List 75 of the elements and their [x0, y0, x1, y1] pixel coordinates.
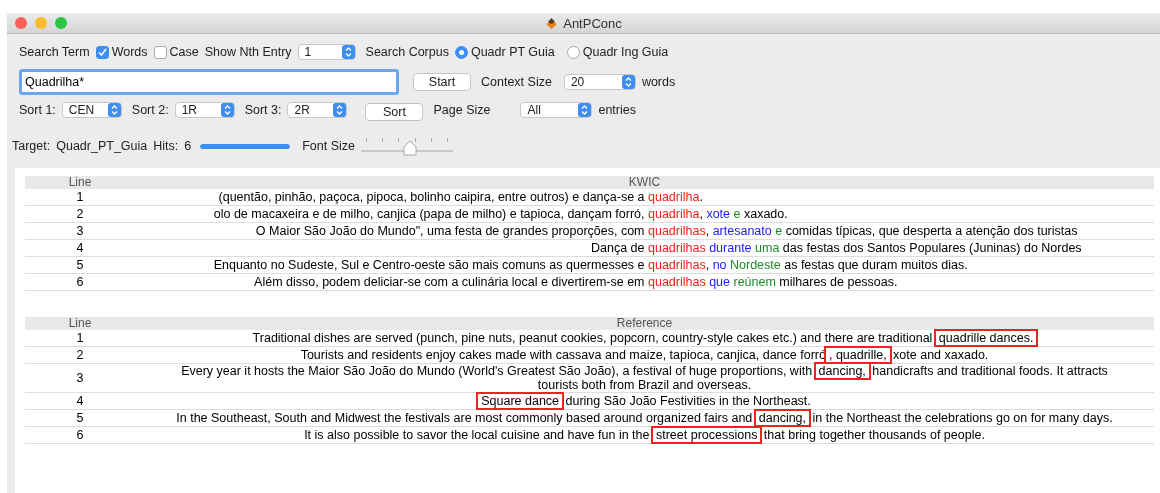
column-header: Line [67, 176, 93, 189]
app-icon [545, 16, 559, 30]
target-name: Quadr_PT_Guia [56, 139, 148, 153]
slider-thumb[interactable] [402, 140, 417, 156]
field-label: Context Size [481, 75, 552, 89]
left-context: Dança de [590, 240, 646, 256]
left-context: olo de macaxeira e de milho, canjica (papa de milho) e tapioca, dançam forró, [212, 206, 646, 222]
dropdown[interactable]: 1 [297, 44, 356, 60]
line-number: 5 [75, 258, 85, 272]
stepper-icon [107, 103, 121, 117]
right-context: quadrilhas, artesanato e comidas típicas, que desperta a atenção dos turistas [648, 223, 1079, 239]
hits-count: 6 [184, 139, 192, 153]
radio-button[interactable]: Quadr PT Guia [454, 45, 555, 59]
unit-label: words [641, 75, 676, 89]
column-header: KWIC [627, 176, 662, 189]
right-context: quadrilha, xote e xaxado. [648, 206, 789, 222]
minimize-button[interactable] [35, 17, 47, 29]
sort-button[interactable]: Sort [365, 103, 424, 121]
line-number: 5 [75, 411, 85, 425]
reference-text: Every year it hosts the Maior São João do Mundo (World's Greatest São João), a festival of huge proportions, with dancing, handicrafts and traditional foods. It attracts tourists both from Brazil and overseas. [180, 364, 1109, 392]
right-context: quadrilhas, no Nordeste as festas que duram muitos dias. [648, 257, 969, 273]
reference-text: In the Southeast, South and Midwest the festivals are most commonly based around organized fairs and dancing, in the Northeast the celebrations go on for many days. [176, 411, 1113, 425]
column-header: Reference [615, 317, 674, 330]
line-number: 1 [75, 190, 85, 204]
right-context: quadrilhas durante uma das festas dos Santos Populares (Juninas) do Nordes [648, 240, 1083, 256]
stepper-icon [333, 103, 347, 117]
dropdown[interactable]: 2R [287, 102, 348, 118]
field-label: Sort 2: [131, 103, 169, 117]
font-size-slider[interactable] [361, 136, 453, 156]
start-button[interactable]: Start [413, 73, 471, 91]
dropdown[interactable]: 1R [174, 102, 235, 118]
left-context: Além disso, podem deliciar-se com a culinária local e divertirem-se em [253, 274, 646, 290]
right-context: quadrilhas que reúnem milhares de pessoas. [648, 274, 899, 290]
zoom-button[interactable] [55, 17, 67, 29]
close-button[interactable] [15, 17, 27, 29]
field-label: Hits: [153, 139, 179, 153]
reference-text: It is also possible to savor the local cuisine and have fun in the street processions that bring together thousands of people. [304, 428, 985, 442]
line-number: 2 [75, 348, 85, 362]
left-context: (quentão, pinhão, paçoca, pipoca, bolinho caipira, entre outros) e dança-se a [217, 189, 646, 205]
stepper-icon [621, 75, 635, 89]
left-context: Enquanto no Sudeste, Sul e Centro-oeste são mais comuns as quermesses e [212, 257, 646, 273]
left-context: O Maior São João do Mundo", uma festa de grandes proporções, com [254, 223, 646, 239]
field-label: Search Corpus [365, 45, 449, 59]
checkbox[interactable]: Case [153, 45, 199, 59]
line-number: 3 [75, 224, 85, 238]
field-label: Font Size [302, 139, 355, 153]
unit-label: entries [598, 103, 636, 117]
window-title: AntPConc [563, 15, 622, 31]
field-label: Sort 3: [244, 103, 282, 117]
stepper-icon [341, 45, 355, 59]
right-context: quadrilha. [648, 189, 704, 205]
line-number: 6 [75, 428, 85, 442]
radio-button[interactable]: Quadr Ing Guia [566, 45, 669, 59]
line-number: 2 [75, 207, 85, 221]
line-number: 4 [75, 394, 85, 408]
reference-text: Traditional dishes are served (punch, pine nuts, peanut cookies, popcorn, country-style cakes etc.) and there are traditional quadrille dances. [252, 331, 1037, 345]
line-number: 1 [75, 331, 85, 345]
field-label: Target: [12, 139, 51, 153]
dropdown[interactable]: CEN [61, 102, 122, 118]
dropdown[interactable]: All [520, 102, 593, 118]
column-header: Line [67, 317, 93, 330]
field-label: Sort 1: [19, 103, 56, 117]
field-label: Show Nth Entry [204, 45, 292, 59]
reference-text: Square dance during São João Festivities in the Northeast. [478, 394, 811, 408]
checkbox[interactable]: Words [95, 45, 148, 59]
stepper-icon [220, 103, 234, 117]
field-label: Search Term [19, 45, 90, 59]
stepper-icon [578, 103, 592, 117]
search-field[interactable]: Quadrilha* [19, 69, 399, 95]
dropdown[interactable]: 20 [563, 74, 636, 90]
line-number: 3 [75, 371, 85, 385]
field-label: Page Size [433, 103, 491, 117]
line-number: 6 [75, 275, 85, 289]
line-number: 4 [75, 241, 85, 255]
checkmark-icon [97, 47, 107, 57]
